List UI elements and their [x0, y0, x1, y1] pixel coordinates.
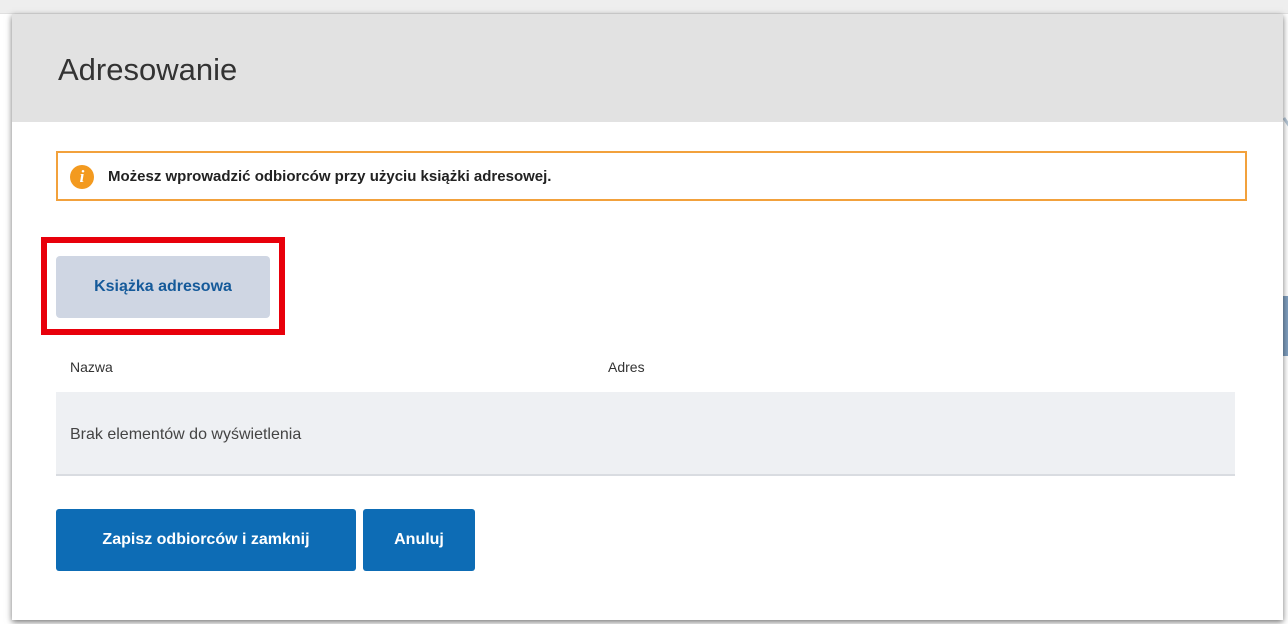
- empty-table-message: Brak elementów do wyświetlenia: [70, 426, 302, 443]
- info-icon: i: [70, 165, 94, 189]
- info-alert: i Możesz wprowadzić odbiorców przy użyci…: [56, 151, 1247, 201]
- info-message: Możesz wprowadzić odbiorców przy użyciu …: [108, 168, 552, 185]
- dialog-title: Adresowanie: [58, 52, 238, 87]
- cancel-button[interactable]: Anuluj: [363, 509, 475, 571]
- column-header-address: Adres: [608, 359, 645, 375]
- dialog-header: Adresowanie: [12, 14, 1283, 122]
- addressing-dialog: Adresowanie i Możesz wprowadzić odbiorcó…: [12, 14, 1283, 620]
- background-page-bar: [0, 0, 1288, 14]
- column-header-name: Nazwa: [70, 359, 113, 375]
- table-empty-row: Brak elementów do wyświetlenia: [56, 392, 1235, 476]
- save-recipients-button[interactable]: Zapisz odbiorców i zamknij: [56, 509, 356, 571]
- address-book-button[interactable]: Książka adresowa: [56, 256, 270, 318]
